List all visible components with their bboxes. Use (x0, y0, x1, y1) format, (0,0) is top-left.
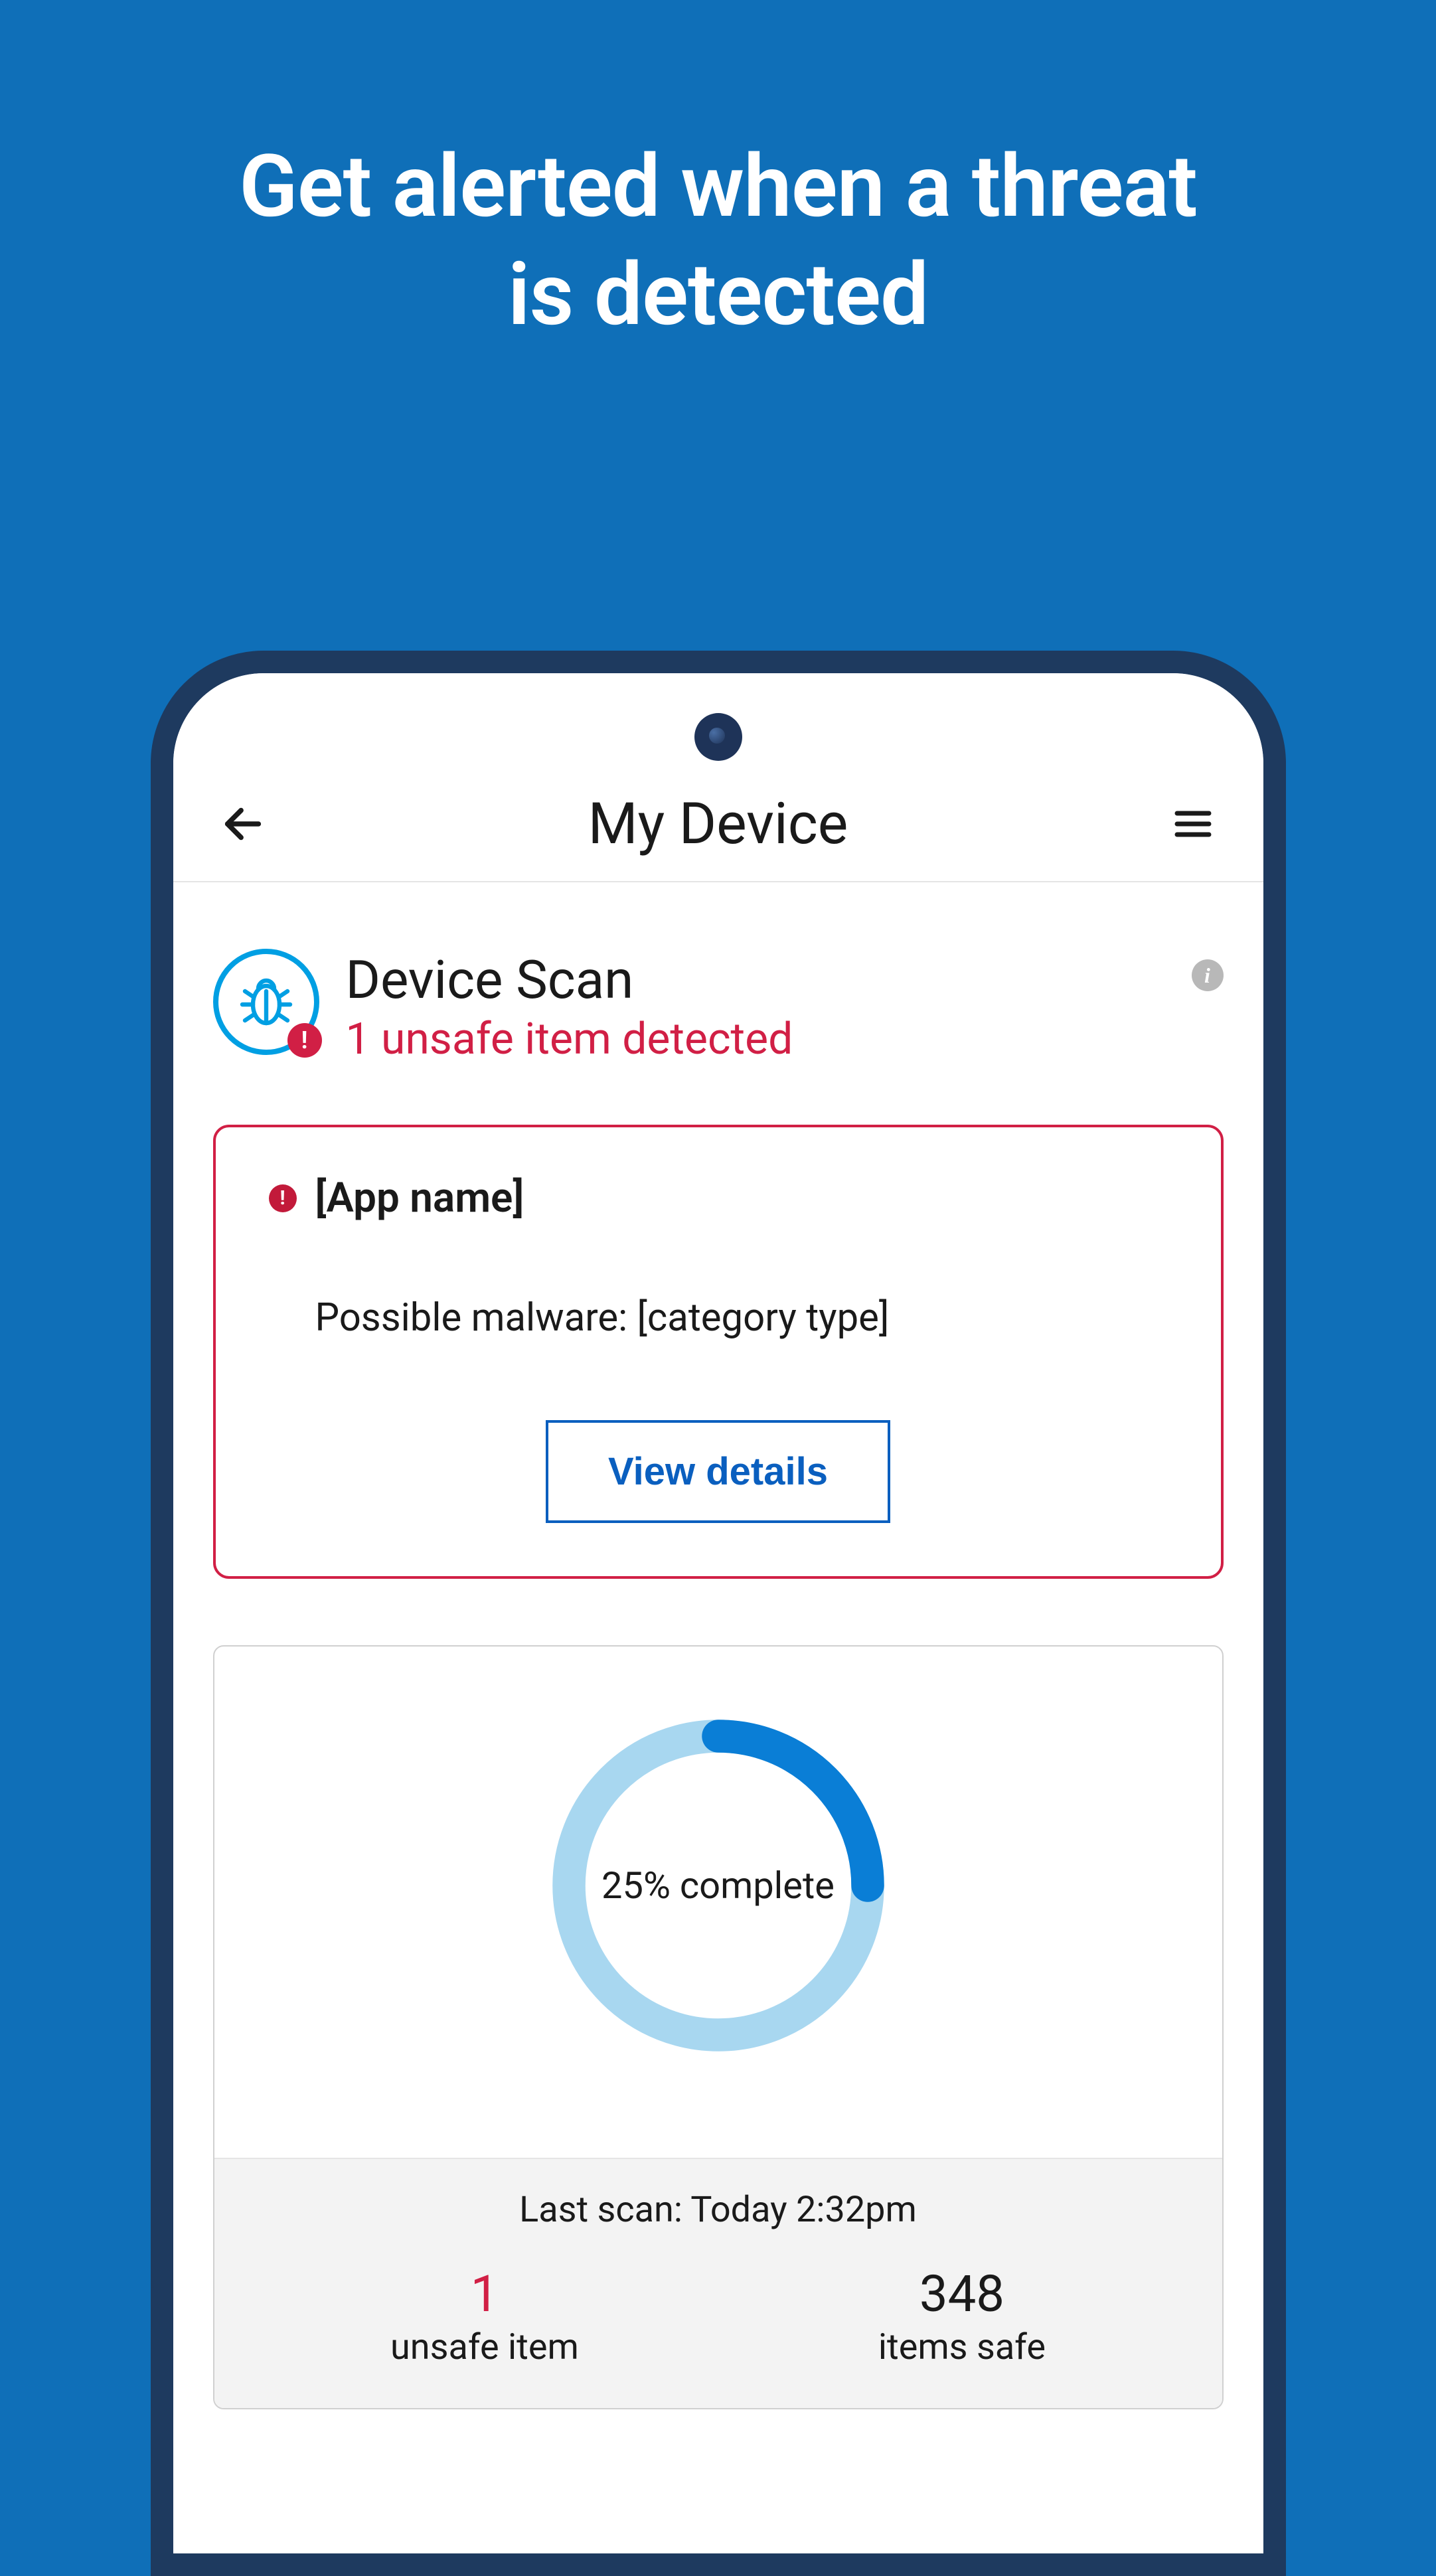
view-details-button[interactable]: View details (546, 1420, 890, 1523)
progress-label: 25% complete (539, 1706, 898, 2065)
scan-progress-card: 25% complete Last scan: Today 2:32pm 1 u… (213, 1645, 1224, 2409)
bug-icon: ! (213, 949, 319, 1055)
last-scan-text: Last scan: Today 2:32pm (241, 2189, 1196, 2231)
alert-badge-icon: ! (287, 1023, 322, 1058)
alert-icon: ! (269, 1184, 297, 1212)
phone-side-button (1285, 1098, 1286, 1291)
phone-side-button (1285, 1536, 1286, 1662)
phone-side-button (1285, 1682, 1286, 1809)
scan-summary-footer: Last scan: Today 2:32pm 1 unsafe item 34… (214, 2158, 1222, 2408)
progress-ring: 25% complete (539, 1706, 898, 2065)
page-title: My Device (588, 790, 848, 857)
app-header: My Device (173, 776, 1263, 882)
threat-app-name: [App name] (315, 1174, 524, 1222)
bug-glyph-icon (234, 970, 298, 1034)
info-icon[interactable]: i (1192, 959, 1224, 991)
menu-button[interactable] (1163, 794, 1223, 854)
promo-headline-line1: Get alerted when a threat (0, 133, 1436, 241)
scan-title: Device Scan (346, 949, 1165, 1011)
threat-alert-card: ! [App name] Possible malware: [category… (213, 1125, 1224, 1579)
phone-camera-dot (694, 713, 742, 761)
safe-count: 348 (878, 2264, 1046, 2324)
app-screen: My Device (173, 776, 1263, 2553)
back-button[interactable] (213, 794, 273, 854)
safe-stat: 348 items safe (878, 2264, 1046, 2368)
unsafe-stat: 1 unsafe item (390, 2264, 579, 2368)
unsafe-count: 1 (390, 2264, 579, 2324)
promo-headline: Get alerted when a threat is detected (0, 133, 1436, 349)
arrow-left-icon (220, 801, 266, 847)
unsafe-label: unsafe item (390, 2326, 579, 2368)
promo-headline-line2: is detected (0, 241, 1436, 349)
safe-label: items safe (878, 2326, 1046, 2368)
phone-mockup: My Device (151, 651, 1286, 2576)
hamburger-icon (1172, 803, 1214, 845)
scan-heading: ! Device Scan 1 unsafe item detected i (213, 949, 1224, 1065)
scan-subtitle: 1 unsafe item detected (346, 1014, 1165, 1065)
threat-description: Possible malware: [category type] (269, 1295, 1168, 1340)
